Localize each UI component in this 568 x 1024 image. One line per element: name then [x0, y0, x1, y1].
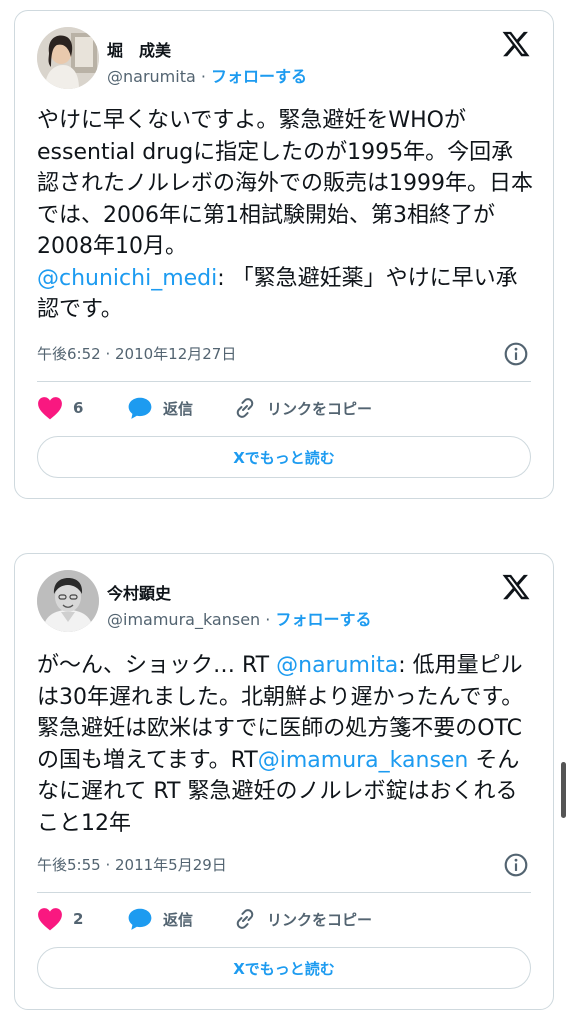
scrollbar[interactable]: [561, 762, 566, 818]
info-icon[interactable]: [503, 852, 529, 878]
link-icon: [236, 909, 254, 929]
copy-link-button[interactable]: リンクをコピー: [233, 391, 372, 425]
action-bar: 6 返信 リンクをコピー: [37, 391, 531, 425]
x-logo-icon[interactable]: [501, 572, 531, 602]
copy-link-label: リンクをコピー: [267, 910, 373, 929]
read-more-button[interactable]: Xでもっと読む: [37, 947, 531, 989]
reply-label: 返信: [163, 910, 194, 929]
tweet-text: が〜ん、ショック… RT @narumita: 低用量ピルは30年遅れました。北…: [37, 650, 535, 839]
author-handle[interactable]: @imamura_kansen: [107, 610, 260, 629]
mention-link[interactable]: @chunichi_medi: [37, 266, 217, 291]
like-button[interactable]: 2: [37, 902, 83, 936]
handle-line: @imamura_kansen · フォローする: [107, 606, 371, 630]
tweet-header: 堀 成美 @narumita · フォローする: [37, 27, 533, 93]
separator: ·: [195, 67, 212, 86]
tweet-card[interactable]: 今村顕史 @imamura_kansen · フォローする が〜ん、ショック… …: [14, 553, 554, 1010]
like-count: 6: [73, 399, 84, 417]
follow-button[interactable]: フォローする: [275, 610, 371, 629]
timestamp[interactable]: 午後6:52 · 2010年12月27日: [37, 343, 236, 364]
tweet-text-part: やけに早くないですよ。緊急避妊をWHOがessential drugに指定したの…: [37, 108, 533, 259]
reply-button[interactable]: 返信: [127, 391, 193, 425]
x-logo-icon[interactable]: [501, 29, 531, 59]
mention-link[interactable]: @narumita: [276, 653, 398, 678]
timestamp[interactable]: 午後5:55 · 2011年5月29日: [37, 854, 227, 875]
author-name[interactable]: 堀 成美: [107, 37, 171, 61]
avatar-photo-woman-icon: [37, 27, 99, 89]
like-count: 2: [73, 910, 84, 928]
tweet-header: 今村顕史 @imamura_kansen · フォローする: [37, 570, 533, 636]
like-button[interactable]: 6: [37, 391, 83, 425]
reply-button[interactable]: 返信: [127, 902, 193, 936]
copy-link-button[interactable]: リンクをコピー: [233, 902, 372, 936]
divider: [37, 892, 531, 893]
author-name[interactable]: 今村顕史: [107, 580, 171, 604]
heart-icon: [38, 397, 62, 420]
avatar-photo-man-icon: [37, 570, 99, 632]
tweet-text: やけに早くないですよ。緊急避妊をWHOがessential drugに指定したの…: [37, 105, 535, 326]
heart-icon: [38, 908, 62, 931]
author-handle[interactable]: @narumita: [107, 67, 196, 86]
mention-link[interactable]: @imamura_kansen: [258, 748, 469, 773]
tweet-card[interactable]: 堀 成美 @narumita · フォローする やけに早くないですよ。緊急避妊を…: [14, 10, 554, 499]
follow-button[interactable]: フォローする: [211, 67, 307, 86]
avatar[interactable]: [37, 570, 99, 632]
avatar[interactable]: [37, 27, 99, 89]
separator: ·: [260, 610, 276, 629]
reply-bubble-icon: [128, 397, 152, 419]
info-icon[interactable]: [503, 341, 529, 367]
reply-bubble-icon: [128, 908, 152, 930]
link-icon: [236, 398, 254, 418]
handle-line: @narumita · フォローする: [107, 63, 307, 87]
divider: [37, 381, 531, 382]
read-more-button[interactable]: Xでもっと読む: [37, 436, 531, 478]
action-bar: 2 返信 リンクをコピー: [37, 902, 531, 936]
tweet-text-part: が〜ん、ショック… RT: [37, 653, 277, 678]
copy-link-label: リンクをコピー: [267, 399, 373, 418]
reply-label: 返信: [163, 399, 194, 418]
